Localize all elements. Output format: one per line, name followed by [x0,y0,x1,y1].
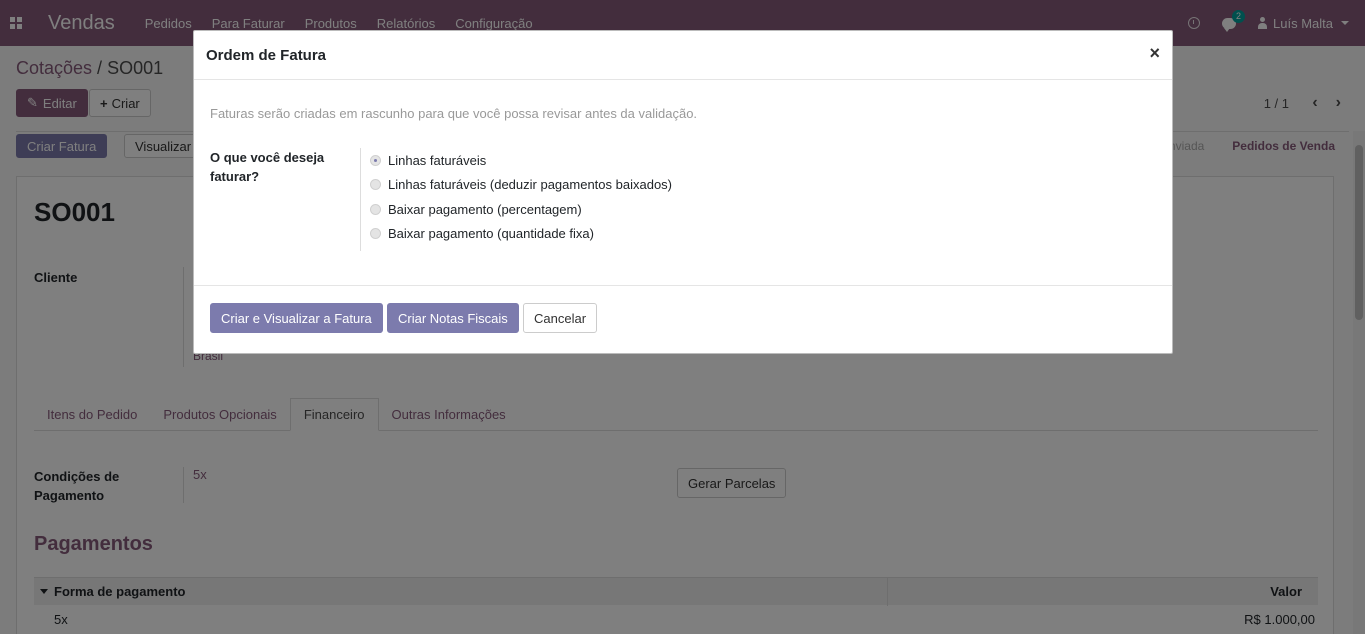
radio-unchecked-icon[interactable] [370,203,381,215]
modal-body: Faturas serão criadas em rascunho para q… [194,80,1172,286]
radio-label: Baixar pagamento (percentagem) [388,201,582,217]
modal-footer: Criar e Visualizar a Fatura Criar Notas … [194,286,1172,353]
cancel-button[interactable]: Cancelar [523,303,598,333]
radio-option-delivered[interactable]: Linhas faturáveis [370,148,672,173]
invoice-method-radio-group: Linhas faturáveis Linhas faturáveis (ded… [360,148,672,251]
invoice-method-label: O que você deseja faturar? [210,150,325,184]
radio-option-fixed[interactable]: Baixar pagamento (quantidade fixa) [370,222,672,247]
create-and-view-invoice-button[interactable]: Criar e Visualizar a Fatura [210,303,383,333]
radio-label: Linhas faturáveis [388,152,487,168]
radio-label: Baixar pagamento (quantidade fixa) [388,226,594,242]
invoice-order-dialog: Ordem de Fatura × Faturas serão criadas … [193,30,1173,354]
radio-unchecked-icon[interactable] [370,228,381,240]
create-invoices-button[interactable]: Criar Notas Fiscais [387,303,519,333]
modal-header: Ordem de Fatura × [194,31,1172,80]
radio-option-percentage[interactable]: Baixar pagamento (percentagem) [370,197,672,222]
radio-unchecked-icon[interactable] [370,179,381,191]
radio-label: Linhas faturáveis (deduzir pagamentos ba… [388,177,673,193]
draft-hint-text: Faturas serão criadas em rascunho para q… [210,106,698,121]
close-icon[interactable]: × [1149,43,1160,63]
modal-title: Ordem de Fatura [206,46,327,64]
radio-option-deduct-downpayments[interactable]: Linhas faturáveis (deduzir pagamentos ba… [370,173,672,198]
radio-checked-icon[interactable] [370,154,381,166]
